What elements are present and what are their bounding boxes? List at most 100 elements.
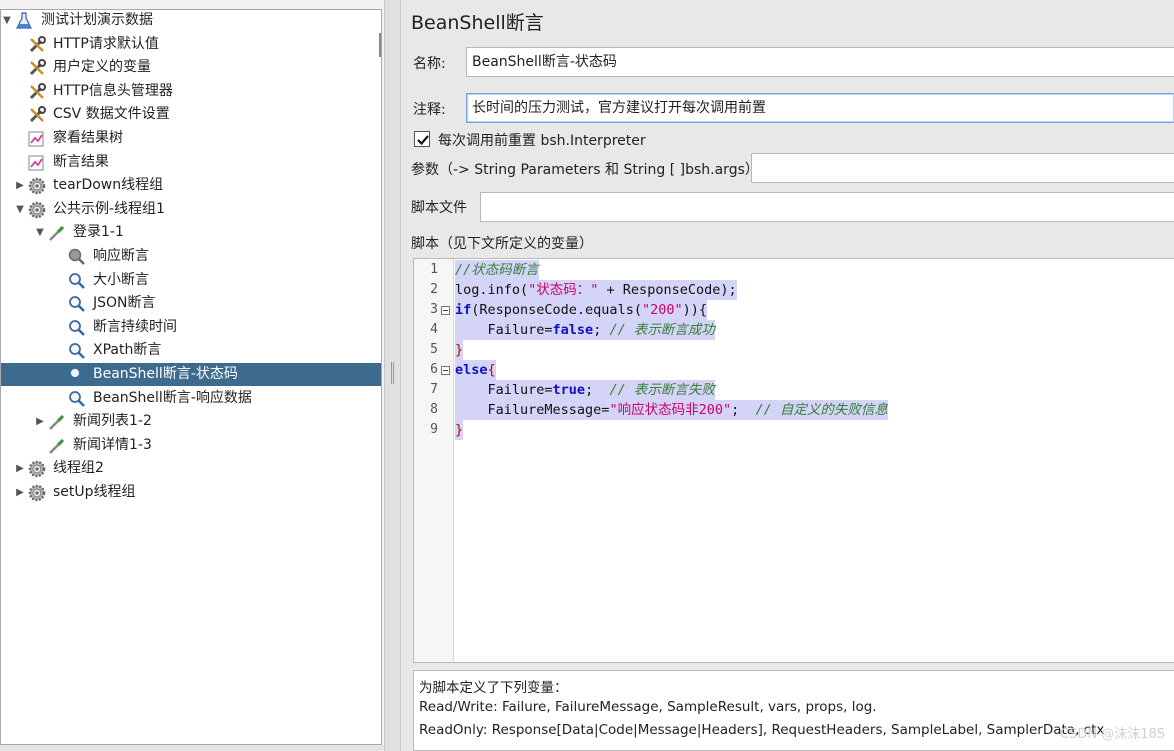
tree-item[interactable]: 新闻详情1-3: [1, 434, 381, 457]
script-file-label: 脚本文件: [411, 200, 467, 216]
code-token: "200": [641, 302, 683, 318]
tree-item-label: tearDown线程组: [53, 177, 164, 194]
tree-item[interactable]: CSV 数据文件设置: [1, 103, 381, 126]
code-token: // 自定义的失败信息: [755, 402, 888, 418]
code-token: // 表示断言失败: [609, 382, 715, 398]
code-line: //状态码断言: [455, 260, 539, 280]
tree-item[interactable]: ▶ 线程组2: [1, 457, 381, 480]
code-token: }: [455, 422, 464, 438]
tree-item-label: JSON断言: [93, 295, 156, 312]
collapse-toggle-icon[interactable]: ▶: [14, 457, 26, 480]
gear-icon: [28, 484, 46, 502]
test-plan-tree-panel: ▼ 测试计划演示数据 HTTP请求默认值 用户定义的变量 HTTP信息头管理器 CSV 数…: [0, 0, 384, 751]
code-token: Failure=: [455, 382, 553, 398]
code-line: FailureMessage="响应状态码非200"; // 自定义的失败信息: [455, 400, 888, 420]
tree-item[interactable]: ▼ 登录1-1: [1, 221, 381, 244]
tree-item-label: 断言结果: [53, 153, 109, 170]
code-line: log.info("状态码：" + ResponseCode);: [455, 280, 737, 300]
read-write-variables: Read/Write: Failure, FailureMessage, Sam…: [419, 699, 877, 715]
code-token: if: [455, 302, 472, 318]
variables-heading: 为脚本定义了下列变量：: [419, 680, 568, 696]
expand-toggle-icon[interactable]: ▼: [34, 221, 46, 244]
gear-icon: [28, 460, 46, 478]
comment-label: 注释:: [413, 102, 446, 118]
read-only-variables: ReadOnly: Response[Data|Code|Message|Hea…: [419, 722, 1105, 738]
tree-item-label: HTTP请求默认值: [53, 35, 159, 52]
fold-collapse-icon[interactable]: [441, 306, 450, 315]
tree-item-label: 新闻详情1-3: [73, 436, 152, 453]
tree-item[interactable]: 响应断言: [1, 245, 381, 268]
chart-icon: [28, 154, 46, 172]
magnifier-gray-icon: [68, 248, 86, 266]
magnifier-icon: [68, 366, 86, 384]
tree-item-label: 公共示例-线程组1: [53, 200, 165, 217]
flask-icon: [15, 12, 33, 30]
expand-toggle-icon[interactable]: ▼: [1, 10, 13, 32]
tree-item[interactable]: JSON断言: [1, 292, 381, 315]
watermark-text: CSDN @沫沫18S: [1060, 727, 1165, 742]
chart-icon: [28, 130, 46, 148]
magnifier-icon: [68, 295, 86, 313]
script-file-field[interactable]: [480, 192, 1174, 222]
code-token: // 表示断言成功: [609, 322, 715, 338]
name-field[interactable]: BeanShell断言-状态码: [466, 47, 1174, 77]
code-token: + ResponseCode);: [598, 282, 737, 298]
expand-toggle-icon[interactable]: ▼: [14, 198, 26, 221]
parameters-field[interactable]: [751, 153, 1174, 183]
script-code-editor[interactable]: 1 2 3 4 5 6 7 8 9 //状态码断言 log.info("状态码：" + Respo…: [413, 258, 1174, 663]
tree-item[interactable]: 断言结果: [1, 151, 381, 174]
collapse-toggle-icon[interactable]: ▶: [14, 481, 26, 504]
collapse-toggle-icon[interactable]: ▶: [34, 410, 46, 433]
tree-item-label: 察看结果树: [53, 130, 123, 146]
tree-item-label: 线程组2: [53, 460, 104, 477]
tree-item[interactable]: 大小断言: [1, 269, 381, 292]
tree-item[interactable]: ▶ tearDown线程组: [1, 174, 381, 197]
line-number: 9: [430, 422, 438, 437]
tree-item[interactable]: ▼ 公共示例-线程组1: [1, 198, 381, 221]
code-line: }: [455, 340, 464, 360]
wrench-icon: [28, 35, 46, 54]
magnifier-icon: [68, 342, 86, 360]
line-number: 1: [430, 262, 438, 277]
collapse-toggle-icon[interactable]: ▶: [14, 174, 26, 197]
splitter-grip-icon[interactable]: [391, 362, 394, 384]
gear-icon: [28, 201, 46, 219]
pipette-icon: [48, 437, 66, 455]
code-line: Failure=false; // 表示断言成功: [455, 320, 715, 340]
tree-item[interactable]: 断言持续时间: [1, 316, 381, 339]
tree-item[interactable]: ▼ 测试计划演示数据: [1, 10, 381, 32]
line-number-gutter: 1 2 3 4 5 6 7 8 9: [414, 259, 454, 662]
tree-item[interactable]: 用户定义的变量: [1, 56, 381, 79]
tree-item-label: 大小断言: [93, 271, 149, 288]
tree-item-label: 登录1-1: [73, 224, 124, 241]
tree-item[interactable]: 察看结果树: [1, 127, 381, 150]
tree-item-label: CSV 数据文件设置: [53, 106, 170, 123]
fold-collapse-icon[interactable]: [441, 366, 450, 375]
tree-item[interactable]: ▶ setUp线程组: [1, 481, 381, 504]
code-line: }: [455, 420, 464, 440]
tree-item[interactable]: HTTP信息头管理器: [1, 80, 381, 103]
code-token: true: [552, 382, 586, 398]
checkmark-icon: [417, 135, 429, 146]
reset-interpreter-checkbox[interactable]: [414, 131, 430, 147]
page-title: BeanShell断言: [411, 12, 544, 34]
line-number: 6: [430, 362, 438, 377]
tree-item[interactable]: ▶ 新闻列表1-2: [1, 410, 381, 433]
wrench-icon: [28, 59, 46, 77]
code-line: if(ResponseCode.equals("200")){: [455, 300, 707, 320]
script-label: 脚本（见下文所定义的变量）: [411, 236, 593, 252]
tree-item[interactable]: BeanShell断言-状态码: [1, 363, 381, 386]
wrench-icon: [28, 82, 46, 101]
code-token: else: [455, 362, 488, 378]
comment-field[interactable]: 长时间的压力测试，官方建议打开每次调用前置: [466, 93, 1174, 123]
tree-item[interactable]: BeanShell断言-响应数据: [1, 387, 381, 410]
tree-item[interactable]: HTTP请求默认值: [1, 33, 381, 56]
tree-item-label: 用户定义的变量: [53, 59, 151, 76]
tree-item[interactable]: XPath断言: [1, 339, 381, 362]
panel-splitter[interactable]: [384, 0, 401, 751]
reset-interpreter-label: 每次调用前重置 bsh.Interpreter: [438, 133, 646, 149]
test-plan-tree[interactable]: ▼ 测试计划演示数据 HTTP请求默认值 用户定义的变量 HTTP信息头管理器 CSV 数…: [0, 9, 382, 745]
pipette-icon: [48, 413, 66, 431]
code-token: )){: [682, 302, 707, 318]
tree-scrollbar[interactable]: [379, 33, 381, 57]
